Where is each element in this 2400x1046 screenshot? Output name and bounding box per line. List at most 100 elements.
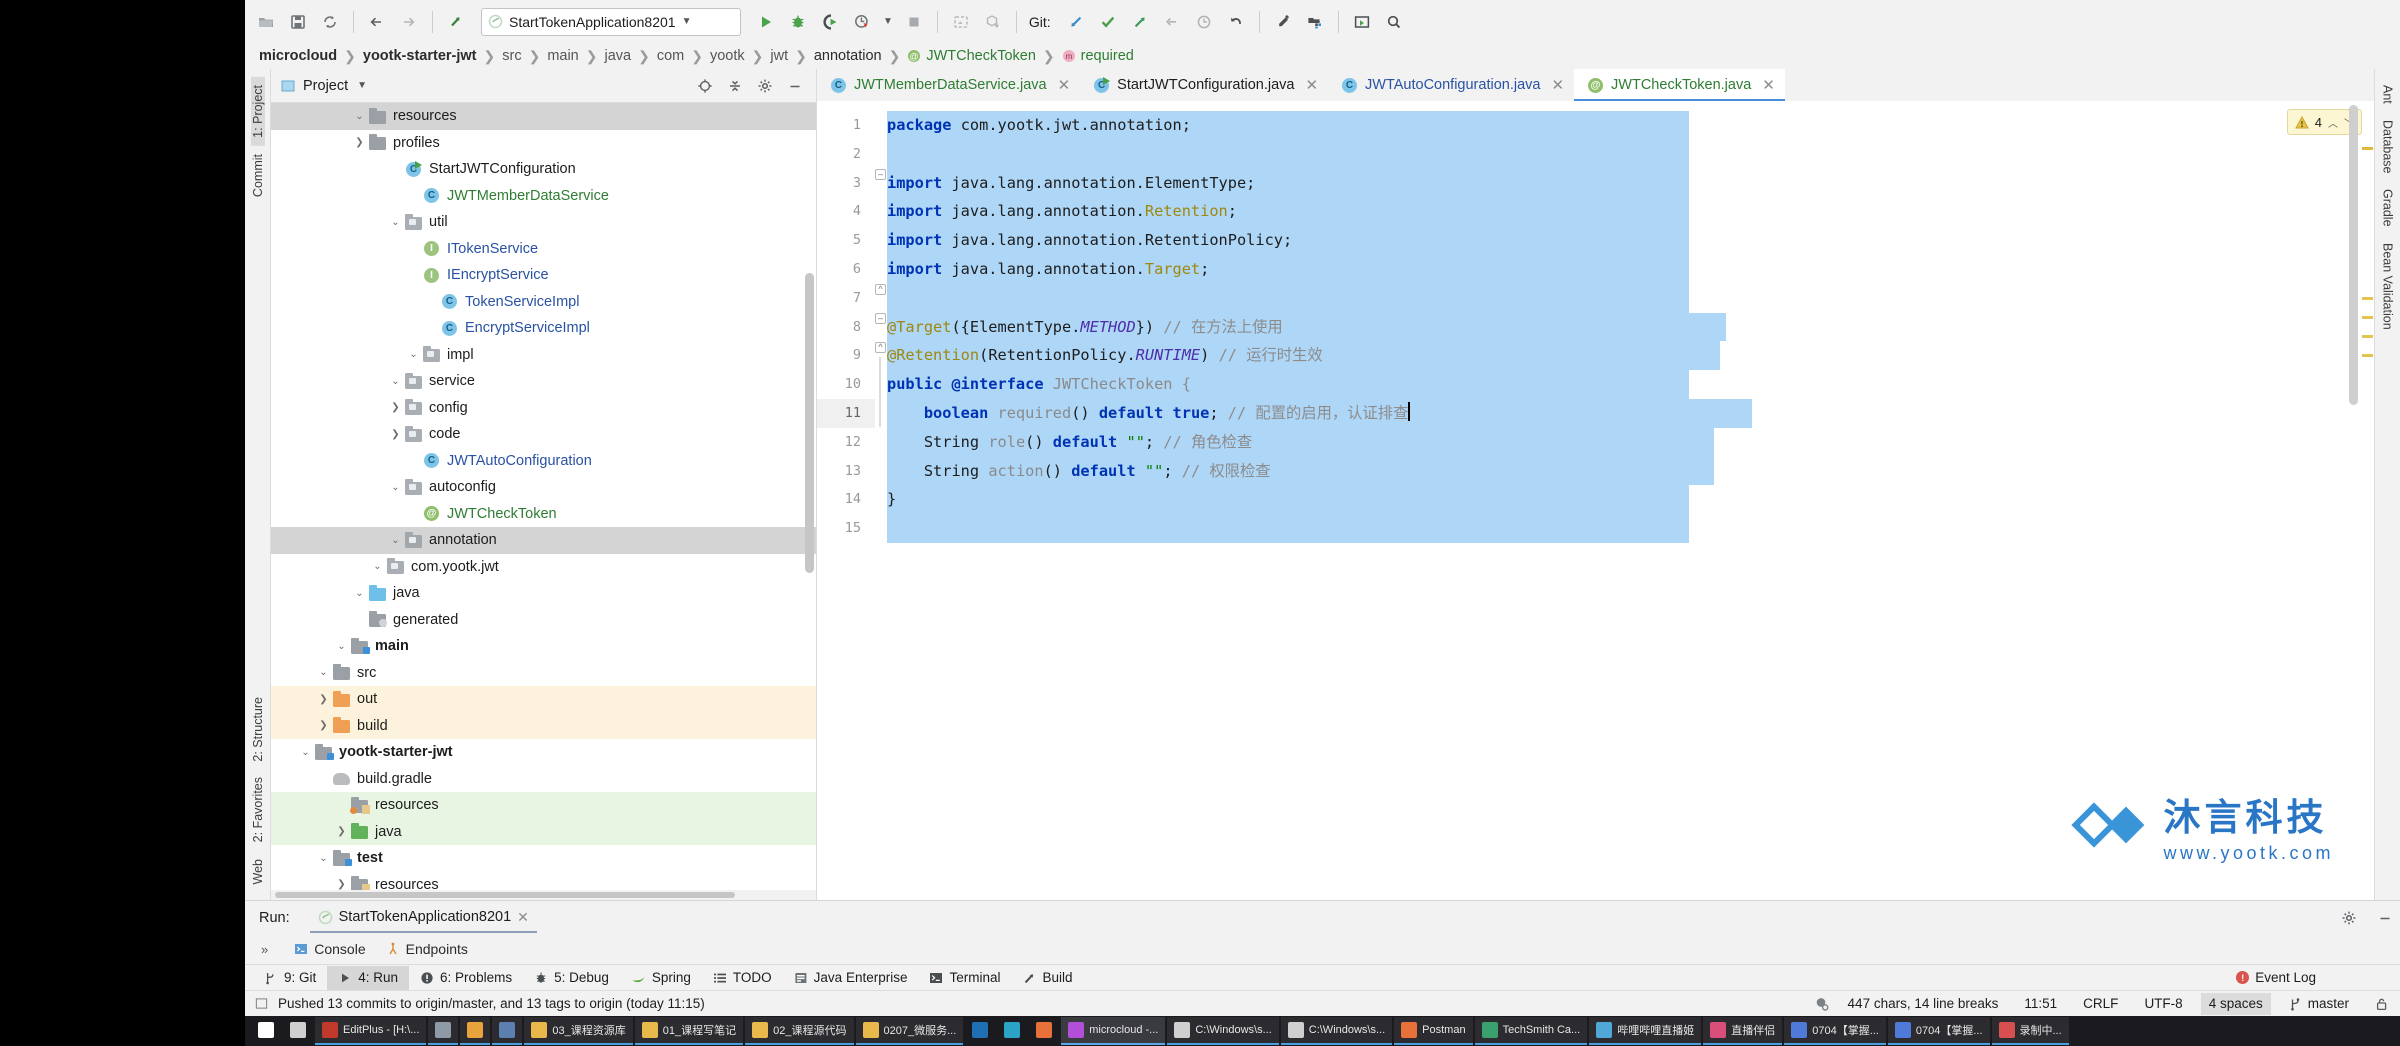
run-button[interactable]	[751, 7, 781, 37]
folder-icon[interactable]	[752, 1022, 769, 1038]
tree-row[interactable]: ❯ out	[271, 686, 816, 713]
chevron-right-icon[interactable]: ❯	[387, 402, 404, 413]
profiler-chevron-icon[interactable]: ▼	[879, 16, 897, 27]
taskbar-item[interactable]: microcloud -...	[1061, 1017, 1166, 1045]
folder-icon[interactable]	[641, 1022, 658, 1038]
tree-row[interactable]: C StartJWTConfiguration	[271, 156, 816, 183]
chevron-down-icon[interactable]: ⌄	[387, 217, 404, 228]
project-structure-icon[interactable]	[1300, 7, 1330, 37]
breadcrumb-item-main[interactable]: main	[547, 48, 578, 64]
close-icon[interactable]: ✕	[1762, 76, 1775, 94]
explorer-icon[interactable]	[499, 1022, 516, 1038]
tree-row[interactable]: ⌄ test	[271, 845, 816, 872]
gear-icon[interactable]	[750, 71, 780, 101]
tool-window-gradle[interactable]: Gradle	[2381, 181, 2395, 235]
code-line[interactable]: import java.lang.annotation.RetentionPol…	[887, 226, 2374, 255]
run-anything-icon[interactable]	[1347, 7, 1377, 37]
run-with-coverage-button[interactable]	[815, 7, 845, 37]
settings-icon[interactable]	[1268, 7, 1298, 37]
line-number[interactable]: 12	[817, 428, 875, 457]
photoshop-icon[interactable]	[972, 1022, 989, 1038]
chevron-up-icon[interactable]: ︿	[2328, 115, 2338, 130]
tool-button-build[interactable]: Build	[1011, 966, 1083, 990]
taskbar-item[interactable]	[965, 1017, 995, 1045]
breadcrumb-item-com[interactable]: com	[657, 48, 684, 64]
chrome-icon[interactable]	[467, 1022, 484, 1038]
git-push-icon[interactable]	[1125, 7, 1155, 37]
tree-row[interactable]: C TokenServiceImpl	[271, 289, 816, 316]
chevron-down-icon[interactable]: ⌄	[405, 349, 422, 360]
code-line[interactable]: }	[887, 485, 2374, 515]
taskbar-item[interactable]: EditPlus - [H:\...	[315, 1017, 427, 1045]
taskbar-item[interactable]	[428, 1017, 459, 1045]
line-number[interactable]: 2	[817, 140, 875, 169]
debug-button[interactable]	[783, 7, 813, 37]
taskbar-item[interactable]: 0207_微服务...	[855, 1017, 964, 1045]
console-icon[interactable]	[1174, 1022, 1191, 1038]
chevron-down-icon[interactable]: ⌄	[387, 376, 404, 387]
tree-row[interactable]: ⌄ main	[271, 633, 816, 660]
code-line[interactable]: package com.yootk.jwt.annotation;	[887, 111, 2374, 140]
code-content[interactable]: package com.yootk.jwt.annotation; import…	[887, 101, 2374, 900]
line-number[interactable]: 7	[817, 284, 875, 313]
breadcrumb-item-required[interactable]: m required	[1062, 48, 1134, 64]
minimize-icon[interactable]	[780, 71, 810, 101]
git-history-icon[interactable]	[1189, 7, 1219, 37]
fold-minus-icon[interactable]: –	[875, 169, 886, 180]
video-icon[interactable]	[1894, 1022, 1911, 1038]
app-icon-grey[interactable]	[435, 1022, 452, 1038]
chevron-down-icon[interactable]: ⌄	[369, 561, 386, 572]
close-icon[interactable]: ✕	[1305, 76, 1318, 94]
stop-button[interactable]	[899, 7, 929, 37]
close-icon[interactable]: ✕	[1551, 76, 1564, 94]
update-deployment-icon[interactable]	[978, 7, 1008, 37]
rec-icon[interactable]	[1998, 1022, 2015, 1038]
taskbar-item[interactable]: 哔哩哔哩直播姬	[1589, 1017, 1702, 1045]
tool-button-terminal[interactable]: Terminal	[918, 966, 1011, 990]
chevron-down-icon[interactable]: ⌄	[351, 111, 368, 122]
fold-end-icon-2[interactable]: ^	[875, 342, 886, 353]
chevron-right-icon[interactable]: ❯	[333, 879, 350, 890]
code-line[interactable]	[887, 139, 2374, 169]
stripe-mark[interactable]	[2362, 316, 2373, 319]
breadcrumb-item-src[interactable]: src	[502, 48, 521, 64]
locate-icon[interactable]	[690, 71, 720, 101]
update-running-application-icon[interactable]	[946, 7, 976, 37]
file-encoding[interactable]: UTF-8	[2136, 993, 2190, 1015]
tree-row[interactable]: ❯ code	[271, 421, 816, 448]
tool-button-git[interactable]: 9: Git	[253, 966, 327, 990]
caret-position[interactable]: 11:51	[2016, 993, 2065, 1015]
chevron-down-icon[interactable]: ⌄	[315, 853, 332, 864]
edge-icon[interactable]	[1004, 1022, 1021, 1038]
code-editor[interactable]: 1 2 3 4 5 6 7 8 9 10 11 12 13 14 15 – ^ – ^ package co…	[817, 101, 2374, 900]
code-line[interactable]	[887, 283, 2374, 313]
line-number[interactable]: 13	[817, 457, 875, 486]
close-icon[interactable]: ✕	[517, 909, 529, 926]
breadcrumb-item-yootk[interactable]: yootk	[710, 48, 745, 64]
line-number[interactable]: 6	[817, 255, 875, 284]
chevron-down-icon[interactable]: ⌄	[315, 667, 332, 678]
search-everywhere-icon[interactable]	[1379, 7, 1409, 37]
chevron-down-icon[interactable]: ▼	[357, 80, 367, 91]
intellij-icon[interactable]	[1068, 1022, 1085, 1038]
tool-window-bean-validation[interactable]: Bean Validation	[2381, 235, 2395, 338]
lock-icon[interactable]	[2367, 993, 2396, 1015]
code-line[interactable]: import java.lang.annotation.ElementType;	[887, 168, 2374, 198]
task-view[interactable]	[290, 1022, 306, 1038]
chevron-right-icon[interactable]: ❯	[387, 429, 404, 440]
taskbar-item[interactable]: 0704【掌握...	[1784, 1017, 1886, 1045]
tool-button-javaenterprise[interactable]: Java Enterprise	[783, 966, 919, 990]
postman-icon[interactable]	[1401, 1022, 1418, 1038]
tree-row[interactable]: ⌄ annotation	[271, 527, 816, 554]
tree-row[interactable]: build.gradle	[271, 766, 816, 793]
line-number[interactable]: 8	[817, 313, 875, 342]
tool-button-run[interactable]: 4: Run	[327, 965, 410, 990]
folder-icon[interactable]	[531, 1022, 548, 1038]
folder-icon[interactable]	[862, 1022, 879, 1038]
line-number[interactable]: 10	[817, 370, 875, 399]
run-window-tab[interactable]: StartTokenApplication8201 ✕	[309, 903, 537, 933]
taskbar-item[interactable]: C:\Windows\s...	[1280, 1017, 1393, 1045]
taskbar-item[interactable]: Postman	[1394, 1017, 1473, 1045]
code-line[interactable]	[887, 514, 2374, 543]
tree-row[interactable]: ⌄ autoconfig	[271, 474, 816, 501]
